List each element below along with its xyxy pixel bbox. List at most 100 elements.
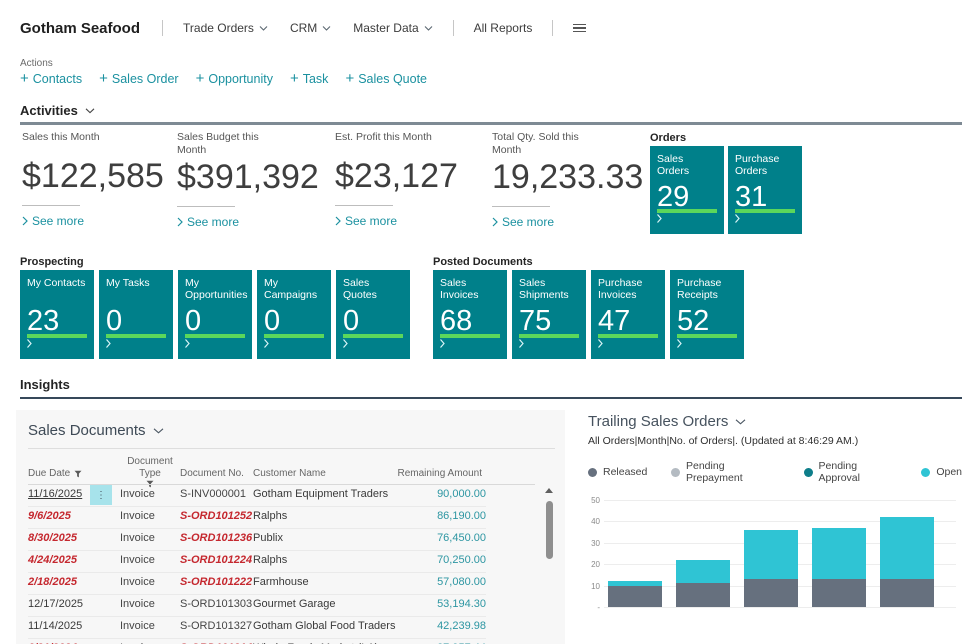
vertical-scrollbar[interactable]: [544, 486, 554, 644]
legend-label: Released: [603, 466, 647, 478]
my-tasks-tile[interactable]: My Tasks 0: [99, 270, 173, 359]
chart-heading[interactable]: Trailing Sales Orders: [588, 413, 962, 430]
column-header-customer-name[interactable]: Customer Name: [253, 468, 326, 479]
bar-segment-released[interactable]: [744, 579, 798, 607]
document-no-cell[interactable]: S-ORD101303: [180, 598, 252, 610]
tile-label: Sales Shipments: [519, 277, 579, 303]
table-row[interactable]: 9/6/2025InvoiceS-ORD101252Ralphs86,190.0…: [28, 507, 486, 529]
action-label: Contacts: [33, 72, 82, 86]
table-body: 11/16/2025⋮InvoiceS-INV000001Gotham Equi…: [28, 485, 486, 644]
purchase-orders-tile[interactable]: Purchase Orders 31: [728, 146, 802, 234]
new-sales-order-action[interactable]: +Sales Order: [99, 72, 178, 86]
new-task-action[interactable]: +Task: [290, 72, 328, 86]
customer-name-cell: Farmhouse: [253, 576, 309, 588]
my-campaigns-tile[interactable]: My Campaigns 0: [257, 270, 331, 359]
gridline: [604, 607, 956, 608]
filter-icon: [74, 470, 82, 478]
due-date-link[interactable]: 11/16/2025: [28, 488, 82, 500]
table-row[interactable]: 6/21/2024InvoiceS-ORD101214Whole Foods M…: [28, 639, 486, 644]
bar-segment-released[interactable]: [608, 586, 662, 607]
sales-documents-heading[interactable]: Sales Documents: [28, 422, 164, 439]
tile-label: Purchase Invoices: [598, 277, 658, 303]
chevron-right-icon: [22, 216, 28, 226]
nav-crm[interactable]: CRM: [290, 21, 331, 35]
tile-progress-bar: [264, 334, 324, 338]
due-date-link[interactable]: 2/18/2025: [28, 576, 77, 588]
table-row[interactable]: 11/16/2025⋮InvoiceS-INV000001Gotham Equi…: [28, 485, 486, 507]
document-no-cell[interactable]: S-INV000001: [180, 488, 246, 500]
plus-icon: +: [345, 73, 354, 85]
chevron-down-icon: [153, 428, 164, 434]
nav-master-data[interactable]: Master Data: [353, 21, 432, 35]
bar-segment-open[interactable]: [608, 581, 662, 585]
bar-segment-released[interactable]: [676, 583, 730, 607]
document-no-cell[interactable]: S-ORD101236: [180, 532, 252, 544]
see-more-link[interactable]: See more: [335, 214, 485, 228]
see-more-link[interactable]: See more: [177, 215, 327, 229]
row-context-menu-button[interactable]: ⋮: [90, 485, 112, 505]
new-contacts-action[interactable]: +Contacts: [20, 72, 82, 86]
bar-segment-open[interactable]: [676, 560, 730, 584]
action-label: Task: [303, 72, 329, 86]
hamburger-menu-icon[interactable]: [573, 24, 586, 33]
remaining-amount-cell: 57,080.00: [437, 576, 486, 588]
kpi-divider: [177, 206, 235, 207]
tile-progress-bar: [106, 334, 166, 338]
bar-segment-released[interactable]: [812, 579, 866, 607]
chevron-right-icon: [27, 335, 32, 353]
sales-shipments-tile[interactable]: Sales Shipments 75: [512, 270, 586, 359]
due-date-link[interactable]: 4/24/2025: [28, 554, 77, 566]
bar-segment-open[interactable]: [880, 517, 934, 579]
bar-segment-released[interactable]: [880, 579, 934, 607]
legend-item[interactable]: Pending Approval: [804, 460, 897, 484]
purchase-receipts-tile[interactable]: Purchase Receipts 52: [670, 270, 744, 359]
tile-progress-bar: [440, 334, 500, 338]
column-label: Due Date: [28, 468, 70, 479]
due-date-link[interactable]: 9/6/2025: [28, 510, 71, 522]
column-header-due-date[interactable]: Due Date: [28, 468, 82, 479]
table-row[interactable]: 2/18/2025InvoiceS-ORD101222Farmhouse57,0…: [28, 573, 486, 595]
sales-invoices-tile[interactable]: Sales Invoices 68: [433, 270, 507, 359]
document-no-cell[interactable]: S-ORD101252: [180, 510, 252, 522]
table-row[interactable]: 8/30/2025InvoiceS-ORD101236Publix76,450.…: [28, 529, 486, 551]
new-sales-quote-action[interactable]: +Sales Quote: [345, 72, 427, 86]
document-no-cell[interactable]: S-ORD101222: [180, 576, 252, 588]
due-date-link[interactable]: 8/30/2025: [28, 532, 77, 544]
bar-segment-open[interactable]: [812, 528, 866, 579]
bar-segment-open[interactable]: [744, 530, 798, 579]
legend-item[interactable]: Open: [921, 466, 962, 478]
my-contacts-tile[interactable]: My Contacts 23: [20, 270, 94, 359]
chevron-right-icon: [519, 335, 524, 353]
sales-orders-tile[interactable]: Sales Orders 29: [650, 146, 724, 234]
my-opportunities-tile[interactable]: My Opportunities 0: [178, 270, 252, 359]
sales-quotes-tile[interactable]: Sales Quotes 0: [336, 270, 410, 359]
column-label: Document No.: [180, 468, 244, 479]
chart-title: Trailing Sales Orders: [588, 413, 728, 430]
activities-heading[interactable]: Activities: [20, 103, 95, 118]
table-row[interactable]: 12/17/2025InvoiceS-ORD101303Gourmet Gara…: [28, 595, 486, 617]
purchase-invoices-tile[interactable]: Purchase Invoices 47: [591, 270, 665, 359]
scroll-up-arrow-icon[interactable]: [545, 488, 553, 493]
plus-icon: +: [196, 73, 205, 85]
legend-label: Pending Approval: [819, 460, 898, 484]
new-opportunity-action[interactable]: +Opportunity: [196, 72, 273, 86]
document-no-cell[interactable]: S-ORD101327: [180, 620, 252, 632]
column-header-document-no[interactable]: Document No.: [180, 468, 244, 479]
column-header-remaining-amount[interactable]: Remaining Amount: [382, 468, 482, 479]
table-row[interactable]: 11/14/2025InvoiceS-ORD101327Gotham Globa…: [28, 617, 486, 639]
document-type-cell: Invoice: [120, 598, 155, 610]
chevron-right-icon: [598, 335, 603, 353]
actions-row: +Contacts +Sales Order +Opportunity +Tas…: [20, 72, 427, 86]
table-row[interactable]: 4/24/2025InvoiceS-ORD101224Ralphs70,250.…: [28, 551, 486, 573]
y-axis-tick-label: 40: [588, 517, 600, 526]
see-more-link[interactable]: See more: [22, 214, 172, 228]
legend-item[interactable]: Released: [588, 466, 647, 478]
due-date-link[interactable]: 11/14/2025: [28, 620, 82, 632]
nav-trade-orders[interactable]: Trade Orders: [183, 21, 268, 35]
due-date-link[interactable]: 12/17/2025: [28, 598, 83, 610]
scrollbar-thumb[interactable]: [546, 501, 553, 559]
document-no-cell[interactable]: S-ORD101224: [180, 554, 252, 566]
see-more-link[interactable]: See more: [492, 215, 642, 229]
legend-item[interactable]: Pending Prepayment: [671, 460, 780, 484]
nav-all-reports[interactable]: All Reports: [474, 21, 533, 35]
